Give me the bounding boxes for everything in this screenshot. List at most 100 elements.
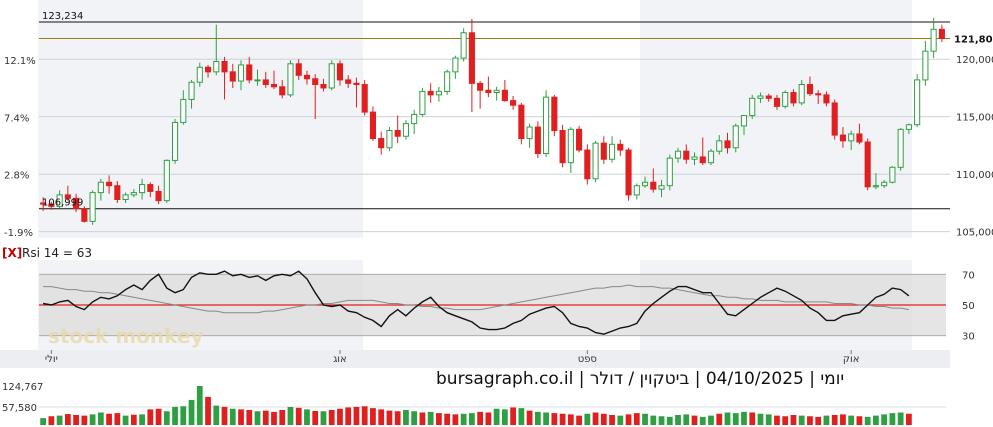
watermark: stock monkey: [48, 324, 204, 348]
volume-bar: [741, 411, 747, 425]
candle-body: [551, 96, 558, 131]
volume-bar: [856, 416, 863, 425]
volume-bar: [56, 415, 63, 425]
volume-bar: [642, 413, 648, 425]
volume-bar: [724, 412, 731, 425]
volume-bar: [97, 412, 104, 425]
volume-mid-label: 57,580: [2, 403, 37, 414]
volume-bar: [246, 409, 253, 425]
y-left-tick-label: 2.8%: [4, 170, 29, 181]
volume-bar: [584, 413, 591, 425]
volume-bar: [765, 414, 772, 425]
candle-body: [831, 102, 838, 136]
candle-body: [419, 90, 426, 115]
candle-body: [180, 98, 187, 123]
candle-body: [567, 128, 574, 164]
candle-body: [402, 123, 409, 137]
candle-body: [724, 140, 731, 149]
low-label: 106,999: [42, 198, 83, 209]
volume-bar: [427, 411, 434, 425]
candle-body: [641, 181, 649, 187]
volume-bar: [889, 413, 896, 425]
candle-body: [229, 71, 236, 82]
volume-bar: [196, 386, 203, 425]
volume-bar: [436, 413, 442, 425]
volume-bar: [163, 411, 170, 425]
candle-body: [848, 133, 855, 142]
candle-body: [139, 184, 146, 194]
volume-bar: [287, 407, 294, 425]
y-left-tick-label: -1.9%: [4, 228, 33, 239]
volume-bar: [312, 410, 319, 425]
candle-body: [163, 159, 170, 202]
candle-body: [922, 50, 929, 81]
volume-bar: [477, 411, 484, 425]
volume-bar: [89, 414, 96, 425]
volume-bar: [864, 416, 871, 425]
candle-body: [270, 84, 278, 88]
rsi-close-icon[interactable]: [X]: [2, 246, 22, 260]
candle-body: [386, 130, 393, 149]
volume-bar: [353, 406, 360, 425]
volume-bar: [188, 399, 195, 425]
x-tick-label: ספט: [578, 354, 597, 365]
candle-body: [823, 94, 830, 104]
volume-bar: [271, 411, 277, 425]
candle-body: [287, 63, 294, 96]
volume-bar: [172, 406, 178, 425]
x-tick-label: אוג: [333, 354, 347, 365]
volume-bar: [394, 411, 401, 425]
volume-bar: [345, 407, 352, 425]
volume-bar: [304, 409, 310, 425]
candle-body: [889, 166, 896, 183]
volume-bar: [229, 408, 236, 425]
volume-bar: [906, 413, 912, 425]
volume-bar: [180, 406, 187, 425]
volume-bar: [378, 409, 385, 425]
candle-body: [815, 93, 822, 96]
volume-bar: [40, 418, 47, 425]
candle-body: [806, 84, 814, 95]
volume-bar: [147, 409, 154, 425]
candle-body: [444, 71, 451, 92]
candle-body: [798, 84, 805, 104]
volume-bar: [840, 414, 846, 425]
volume-bar: [262, 410, 269, 425]
candle-body: [510, 100, 517, 106]
candle-body: [674, 150, 682, 159]
candle-body: [592, 142, 599, 180]
volume-bar: [361, 406, 368, 425]
candle-body: [609, 143, 616, 160]
volume-bar: [823, 415, 830, 425]
rsi-tick-label: 30: [962, 332, 975, 343]
volume-bar: [543, 412, 549, 425]
y-right-tick-label: 110,000: [956, 170, 993, 181]
volume-bar: [881, 414, 888, 425]
volume-bar: [48, 416, 55, 425]
volume-bar: [238, 409, 244, 425]
candle-body: [526, 126, 533, 140]
high-label: 123,234: [42, 11, 83, 22]
volume-bar: [106, 413, 112, 425]
volume-bar: [831, 414, 838, 425]
volume-bar: [897, 412, 904, 425]
candle-body: [427, 90, 434, 96]
volume-bar: [122, 415, 129, 425]
candle-body: [97, 181, 104, 194]
candle-body: [749, 97, 756, 117]
candle-body: [856, 133, 863, 143]
volume-bar: [534, 411, 541, 425]
candle-body: [534, 126, 541, 155]
candle-body: [477, 82, 484, 91]
candle-body: [188, 81, 195, 100]
volume-max-label: 124,767: [2, 382, 43, 393]
volume-bar: [419, 412, 426, 425]
volume-bar: [279, 409, 286, 425]
volume-bar: [683, 414, 690, 425]
volume-bar: [815, 416, 822, 425]
candle-body: [864, 141, 871, 188]
volume-bar: [295, 407, 302, 425]
volume-bar: [609, 414, 615, 425]
candle-body: [683, 150, 690, 160]
volume-bar: [205, 396, 211, 425]
